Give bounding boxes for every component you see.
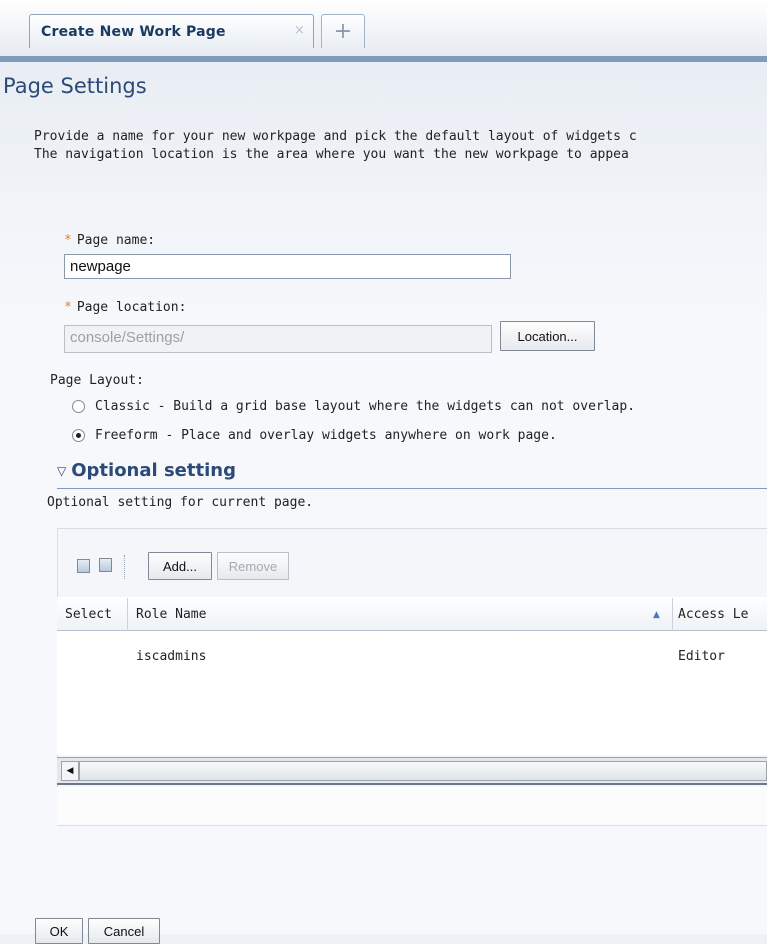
remove-button: Remove: [217, 552, 289, 580]
scroll-left-icon[interactable]: ◀: [61, 761, 79, 781]
required-marker: *: [64, 300, 72, 315]
toolbar-separator: [124, 555, 126, 579]
page-name-input[interactable]: newpage: [64, 254, 511, 279]
horizontal-scrollbar[interactable]: ◀: [57, 757, 767, 785]
add-tab-button[interactable]: +: [321, 14, 365, 48]
close-icon[interactable]: ×: [294, 23, 305, 38]
column-header-access-level[interactable]: Access Le: [678, 607, 748, 622]
table-footer: [57, 787, 767, 825]
ok-button[interactable]: OK: [35, 918, 83, 944]
section-divider: [57, 488, 767, 489]
scrollbar-thumb[interactable]: [79, 761, 767, 781]
layout-option-classic[interactable]: Classic - Build a grid base layout where…: [72, 399, 635, 414]
column-divider: [127, 598, 128, 631]
cancel-button[interactable]: Cancel: [88, 918, 160, 944]
optional-setting-title: Optional setting: [71, 460, 236, 481]
select-all-icon[interactable]: [77, 559, 90, 573]
page-location-label-text: Page location:: [76, 300, 187, 315]
freeform-radio[interactable]: [72, 429, 85, 442]
add-button[interactable]: Add...: [148, 552, 212, 580]
optional-setting-description: Optional setting for current page.: [47, 495, 314, 510]
sort-ascending-icon[interactable]: ▲: [653, 610, 660, 620]
tab-bar: Create New Work Page × +: [0, 0, 767, 62]
page-name-label-text: Page name:: [76, 233, 156, 248]
page-name-label: * Page name:: [64, 233, 155, 248]
freeform-label: Freeform - Place and overlay widgets any…: [95, 428, 557, 443]
required-marker: *: [64, 233, 72, 248]
description-line-2: The navigation location is the area wher…: [34, 147, 629, 162]
page-title: Page Settings: [3, 74, 147, 98]
access-level-cell: Editor: [678, 649, 725, 664]
page-description: Provide a name for your new workpage and…: [34, 128, 637, 164]
column-divider: [672, 598, 673, 631]
classic-radio[interactable]: [72, 400, 85, 413]
classic-label: Classic - Build a grid base layout where…: [95, 399, 636, 414]
column-header-select[interactable]: Select: [65, 607, 112, 622]
tab-create-new-work-page[interactable]: Create New Work Page ×: [29, 14, 314, 48]
layout-option-freeform[interactable]: Freeform - Place and overlay widgets any…: [72, 428, 557, 443]
column-header-role-name[interactable]: Role Name: [136, 607, 206, 622]
page-location-label: * Page location:: [64, 300, 186, 315]
description-line-1: Provide a name for your new workpage and…: [34, 129, 637, 144]
optional-setting-toggle[interactable]: ▽ Optional setting: [57, 460, 236, 481]
deselect-all-icon[interactable]: [99, 558, 112, 572]
location-button[interactable]: Location...: [500, 321, 595, 351]
tab-title: Create New Work Page: [41, 23, 226, 40]
role-name-cell: iscadmins: [136, 649, 207, 664]
page-location-input: console/Settings/: [64, 325, 492, 353]
collapse-triangle-icon: ▽: [57, 463, 67, 478]
page-layout-label: Page Layout:: [50, 373, 144, 388]
